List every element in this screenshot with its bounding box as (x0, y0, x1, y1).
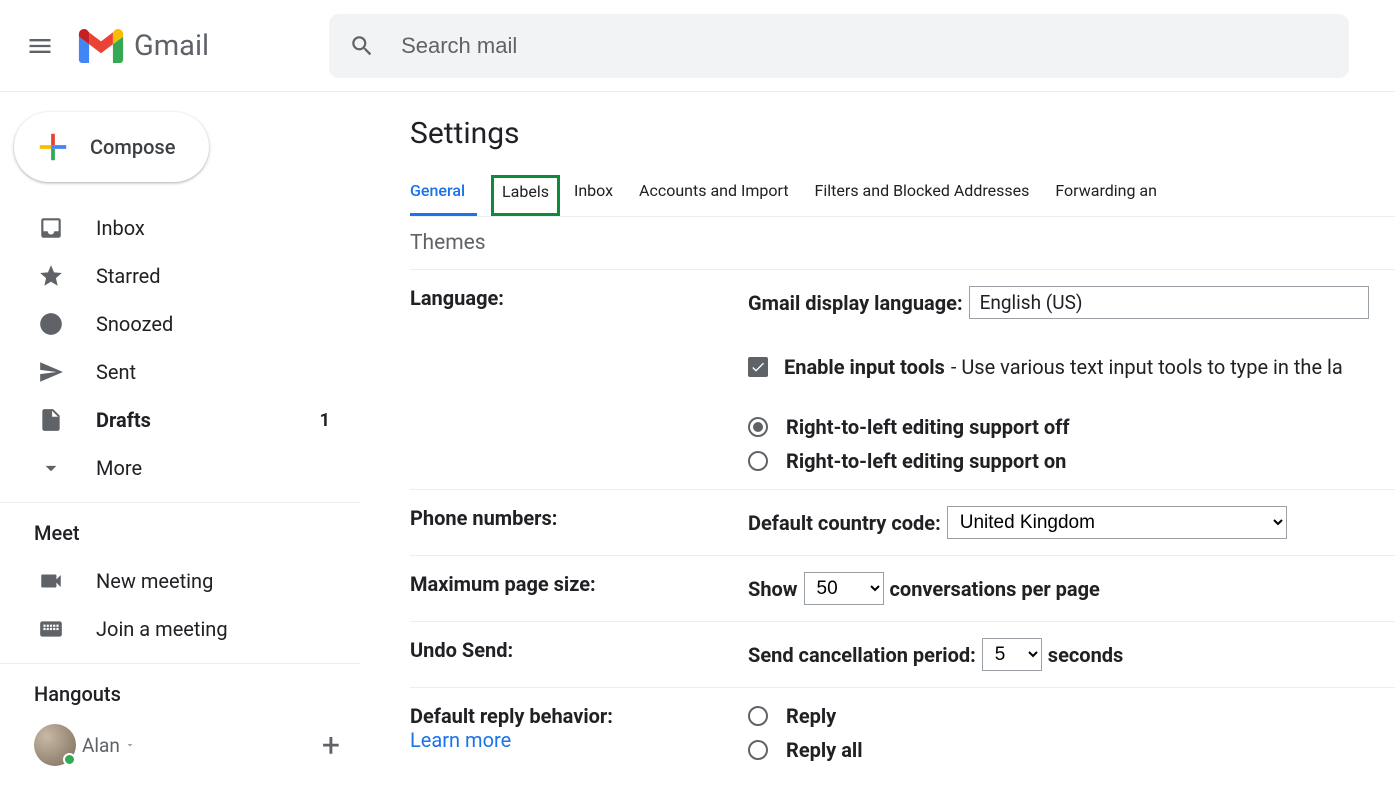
tab-themes[interactable]: Themes (410, 231, 486, 255)
hangouts-username: Alan (82, 734, 120, 757)
undo-send-label: Undo Send: (410, 638, 748, 671)
gmail-logo-text: Gmail (134, 29, 209, 63)
page-size-select[interactable]: 50 (804, 572, 884, 605)
sidebar-item-label: Sent (96, 360, 136, 384)
sidebar-item-more[interactable]: More (0, 444, 360, 492)
reply-all-radio[interactable] (748, 740, 768, 760)
search-bar[interactable] (329, 14, 1349, 78)
cancel-period-select[interactable]: 5 (982, 638, 1042, 671)
drafts-count: 1 (320, 410, 330, 431)
search-icon (349, 33, 375, 59)
sidebar-item-sent[interactable]: Sent (0, 348, 360, 396)
gmail-logo-icon (78, 29, 124, 63)
sidebar-item-label: Inbox (96, 216, 145, 240)
sidebar: Compose Inbox Starred Snoozed Sent Draft… (0, 92, 360, 785)
settings-main: Settings General Labels Inbox Accounts a… (360, 92, 1395, 785)
rtl-off-label: Right-to-left editing support off (786, 415, 1070, 439)
hangouts-user-row[interactable]: Alan + (0, 718, 360, 772)
compose-plus-icon (36, 130, 70, 164)
check-icon (750, 359, 766, 375)
new-hangout-button[interactable]: + (322, 726, 340, 764)
enable-input-tools-label: Enable input tools (784, 355, 945, 379)
page-size-suffix: conversations per page (890, 577, 1100, 601)
reply-option-label: Reply (786, 704, 836, 728)
sidebar-item-label: Snoozed (96, 312, 173, 336)
sidebar-item-label: Drafts (96, 408, 151, 432)
sidebar-item-starred[interactable]: Starred (0, 252, 360, 300)
presence-indicator-icon (63, 753, 76, 766)
compose-button[interactable]: Compose (14, 112, 209, 182)
inbox-icon (38, 215, 64, 241)
page-size-show: Show (748, 577, 798, 601)
star-icon (38, 263, 64, 289)
language-label: Language: (410, 286, 748, 473)
sidebar-item-label: Starred (96, 264, 161, 288)
country-code-label: Default country code: (748, 511, 941, 535)
chevron-down-icon (38, 455, 64, 481)
hamburger-icon (26, 32, 54, 60)
display-language-select[interactable]: English (US) (969, 286, 1369, 319)
compose-label: Compose (90, 135, 175, 159)
tab-inbox[interactable]: Inbox (574, 175, 625, 216)
country-code-select[interactable]: United Kingdom (947, 506, 1287, 539)
rtl-off-radio[interactable] (748, 417, 768, 437)
sidebar-item-inbox[interactable]: Inbox (0, 204, 360, 252)
settings-tabs: General Labels Inbox Accounts and Import… (410, 175, 1395, 217)
reply-radio[interactable] (748, 706, 768, 726)
reply-all-option-label: Reply all (786, 738, 862, 762)
tab-general[interactable]: General (410, 175, 477, 216)
keyboard-icon (38, 616, 64, 642)
rtl-on-radio[interactable] (748, 451, 768, 471)
caret-down-icon (124, 736, 136, 755)
gmail-logo[interactable]: Gmail (78, 29, 209, 63)
tab-accounts-import[interactable]: Accounts and Import (639, 175, 801, 216)
sidebar-item-label: Join a meeting (96, 617, 228, 641)
cancel-period-label: Send cancellation period: (748, 643, 976, 667)
app-header: Gmail (0, 0, 1395, 92)
sidebar-item-snoozed[interactable]: Snoozed (0, 300, 360, 348)
new-meeting-button[interactable]: New meeting (0, 557, 360, 605)
tab-forwarding[interactable]: Forwarding an (1055, 175, 1169, 216)
display-language-label: Gmail display language: (748, 291, 963, 315)
sidebar-item-label: More (96, 456, 142, 480)
enable-input-tools-desc: - Use various text input tools to type i… (951, 355, 1343, 379)
tab-labels[interactable]: Labels (491, 175, 560, 216)
phone-numbers-label: Phone numbers: (410, 506, 748, 539)
page-title: Settings (410, 116, 1395, 151)
hangouts-section-title: Hangouts (0, 664, 360, 718)
meet-section-title: Meet (0, 503, 360, 557)
join-meeting-button[interactable]: Join a meeting (0, 605, 360, 653)
enable-input-tools-checkbox[interactable] (748, 357, 768, 377)
send-icon (38, 359, 64, 385)
clock-icon (38, 311, 64, 337)
search-input[interactable] (399, 32, 1329, 60)
file-icon (38, 407, 64, 433)
tab-filters-blocked[interactable]: Filters and Blocked Addresses (815, 175, 1042, 216)
avatar (34, 724, 76, 766)
cancel-period-suffix: seconds (1048, 643, 1124, 667)
reply-behavior-label: Default reply behavior: (410, 704, 748, 728)
main-menu-button[interactable] (16, 22, 64, 70)
page-size-label: Maximum page size: (410, 572, 748, 605)
sidebar-item-label: New meeting (96, 569, 213, 593)
rtl-on-label: Right-to-left editing support on (786, 449, 1066, 473)
video-icon (38, 568, 64, 594)
learn-more-link[interactable]: Learn more (410, 728, 748, 752)
sidebar-item-drafts[interactable]: Drafts 1 (0, 396, 360, 444)
